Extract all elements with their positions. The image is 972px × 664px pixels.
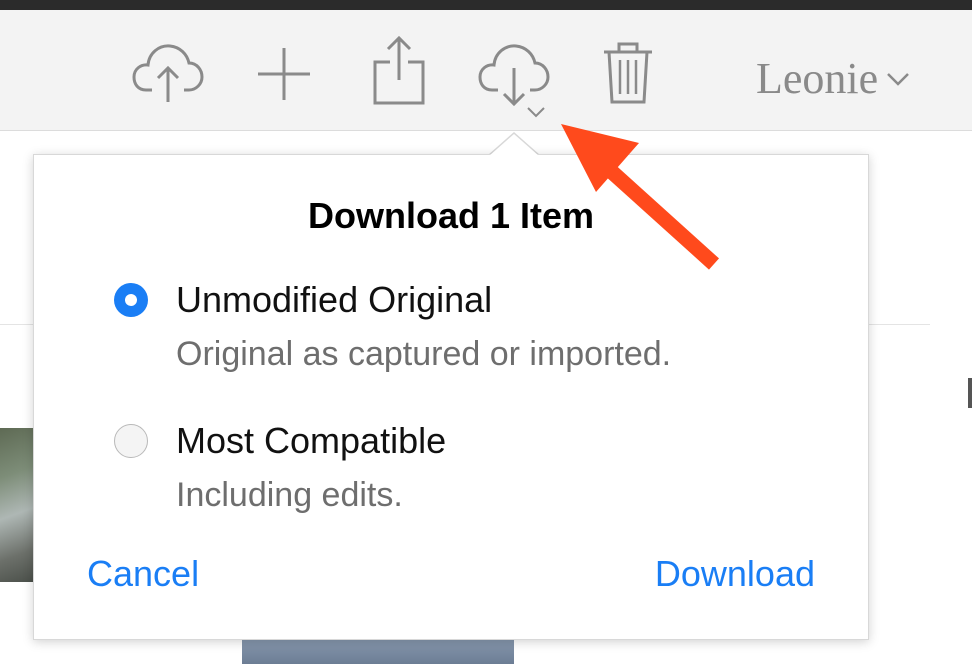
toolbar: Leonie <box>0 10 972 131</box>
download-popover: Download 1 Item Unmodified Original Orig… <box>33 154 869 640</box>
plus-icon[interactable] <box>254 44 314 104</box>
radio-unselected[interactable] <box>114 424 148 458</box>
cloud-download-icon[interactable] <box>478 40 562 124</box>
share-icon[interactable] <box>370 34 428 106</box>
cloud-upload-icon[interactable] <box>132 40 204 104</box>
option-label: Most Compatible <box>176 420 447 461</box>
download-button[interactable]: Download <box>655 553 815 595</box>
trash-icon[interactable] <box>602 40 654 106</box>
user-name: Leonie <box>756 54 879 103</box>
option-most-compatible[interactable]: Most Compatible Including edits. <box>114 420 834 520</box>
option-label: Unmodified Original <box>176 279 493 320</box>
option-unmodified-original[interactable]: Unmodified Original Original as captured… <box>114 279 834 379</box>
dialog-title: Download 1 Item <box>307 195 595 236</box>
window-top-strip <box>0 0 972 10</box>
scrollbar-edge <box>968 378 972 408</box>
option-description: Original as captured or imported. <box>176 335 672 373</box>
radio-selected[interactable] <box>114 283 148 317</box>
photo-thumbnail[interactable] <box>0 428 36 582</box>
user-menu[interactable]: Leonie <box>756 54 910 104</box>
cancel-button[interactable]: Cancel <box>87 553 199 595</box>
popover-pointer <box>489 134 539 156</box>
option-description: Including edits. <box>176 476 403 514</box>
chevron-down-icon <box>887 73 910 86</box>
